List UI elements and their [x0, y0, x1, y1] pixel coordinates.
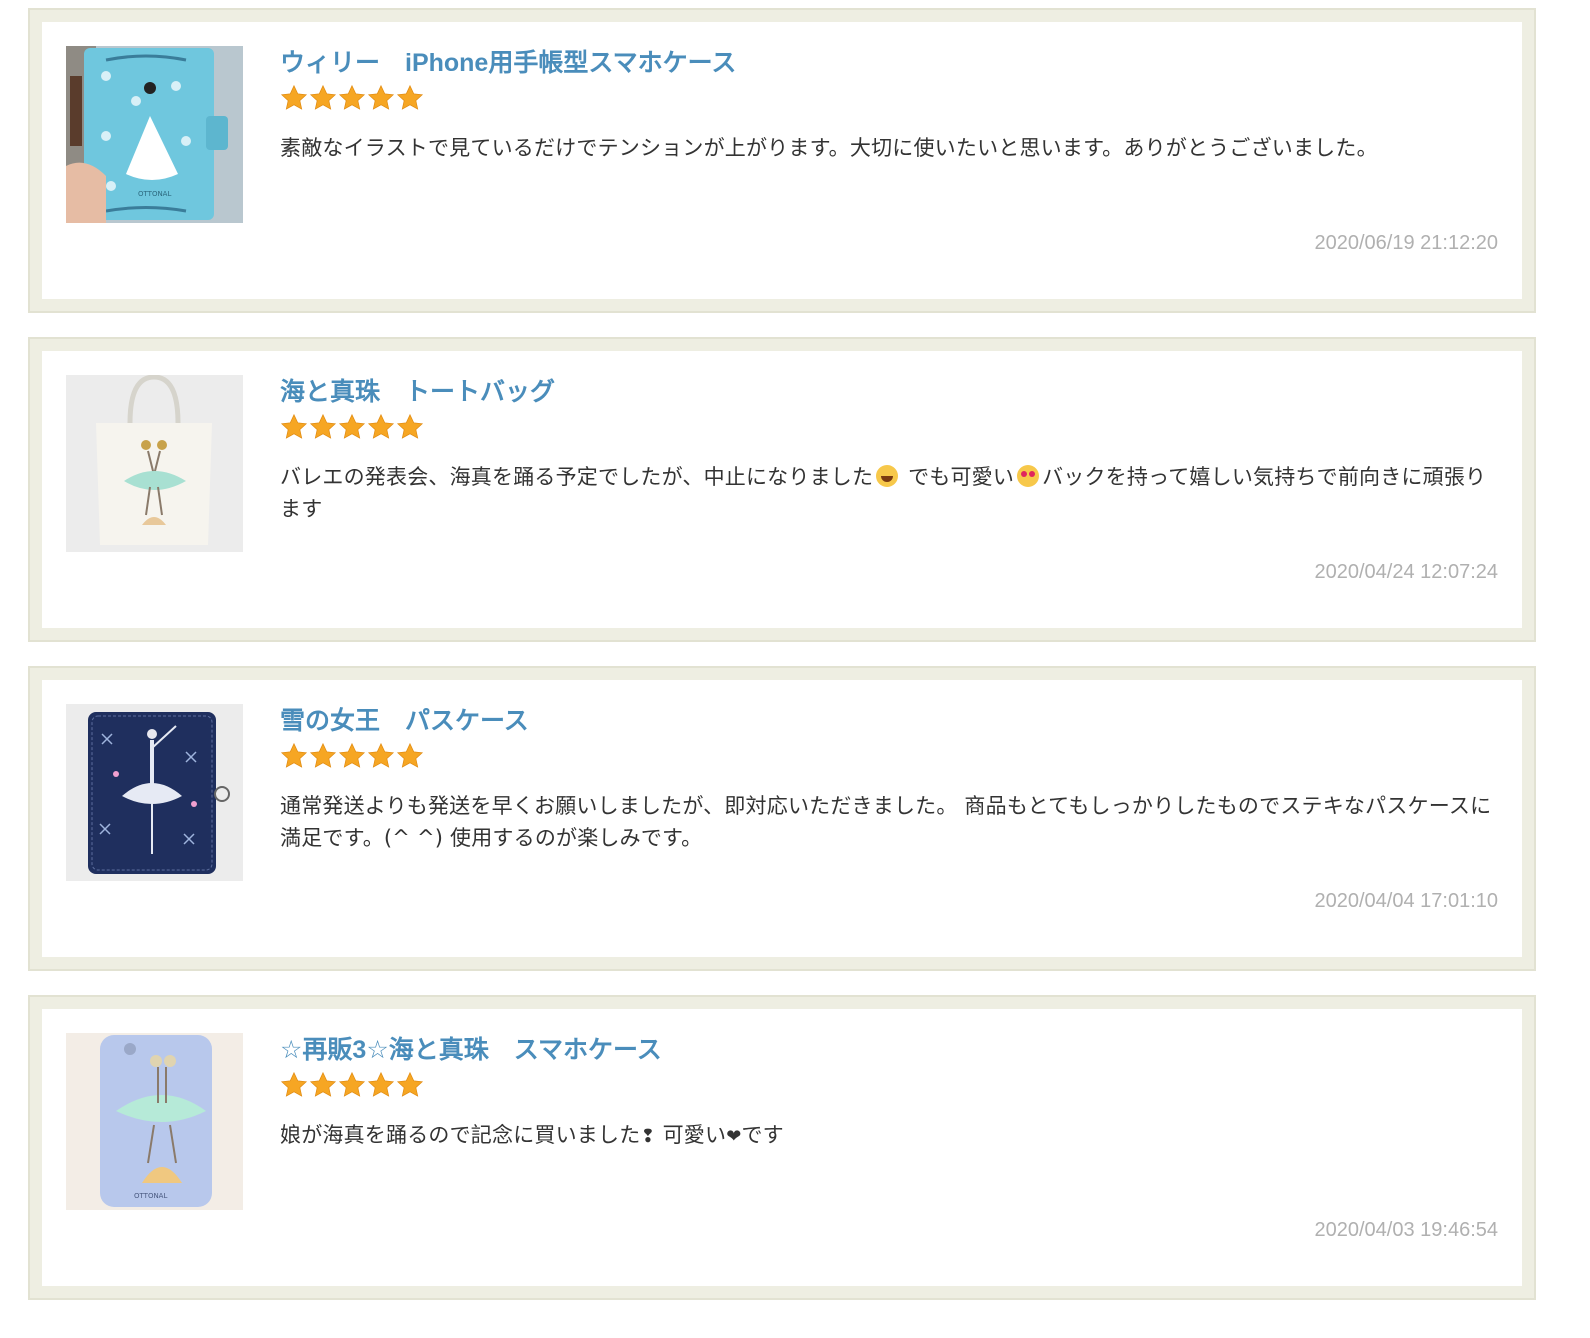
star-icon	[338, 413, 366, 441]
svg-text:OTTONAL: OTTONAL	[134, 1192, 167, 1200]
heart-eyes-emoji-icon	[1017, 465, 1040, 487]
review-content: 海と真珠 トートバッグ バレエの発表会、海真を踊る予定でしたが、中止になりました…	[280, 375, 1498, 525]
review-comment: 通常発送よりも発送を早くお願いしましたが、即対応いただきました。 商品もとてもし…	[280, 790, 1498, 854]
star-icon	[367, 742, 395, 770]
star-icon	[338, 742, 366, 770]
product-title-link[interactable]: ウィリー iPhone用手帳型スマホケース	[280, 46, 736, 80]
comment-text: バレエの発表会、海真を踊る予定でしたが、中止になりました	[280, 465, 874, 489]
review-content: 雪の女王 パスケース 通常発送よりも発送を早くお願いしましたが、即対応いただきま…	[280, 704, 1498, 854]
review-card: OTTONAL ウィリー iPhone用手帳型スマホケース 素敵なイラストで見て…	[28, 8, 1536, 313]
review-comment: バレエの発表会、海真を踊る予定でしたが、中止になりました でも可愛い バックを持っ…	[280, 461, 1498, 525]
review-content: ウィリー iPhone用手帳型スマホケース 素敵なイラストで見ているだけでテンシ…	[280, 46, 1498, 164]
pass-case-photo-icon	[66, 704, 243, 881]
star-icon	[309, 413, 337, 441]
review-date: 2020/04/24 12:07:24	[1314, 561, 1498, 583]
review-content: ☆再販3☆海と真珠 スマホケース 娘が海真を踊るので記念に買いました❢ 可愛い❤…	[280, 1033, 1498, 1153]
svg-text:OTTONAL: OTTONAL	[138, 190, 171, 198]
review-date: 2020/04/04 17:01:10	[1314, 890, 1498, 912]
product-title-link[interactable]: ☆再販3☆海と真珠 スマホケース	[280, 1033, 662, 1067]
comment-text: 可愛い	[655, 1123, 727, 1147]
review-card-body: 雪の女王 パスケース 通常発送よりも発送を早くお願いしましたが、即対応いただきま…	[42, 680, 1522, 957]
review-comment: 素敵なイラストで見ているだけでテンションが上がります。大切に使いたいと思います。…	[280, 132, 1498, 164]
comment-text: 通常発送よりも発送を早くお願いしましたが、即対応いただきました。 商品もとてもし…	[280, 794, 1492, 850]
comment-text: 素敵なイラストで見ているだけでテンションが上がります。大切に使いたいと思います。…	[280, 136, 1378, 160]
star-rating	[280, 1071, 1498, 1099]
tote-bag-photo-icon	[66, 375, 243, 552]
product-thumbnail-pass-case[interactable]	[66, 704, 243, 881]
product-thumbnail-tote-bag[interactable]	[66, 375, 243, 552]
product-title-link[interactable]: 海と真珠 トートバッグ	[280, 375, 555, 409]
product-title-link[interactable]: 雪の女王 パスケース	[280, 704, 529, 738]
star-icon	[309, 742, 337, 770]
star-icon	[396, 84, 424, 112]
star-icon	[367, 1071, 395, 1099]
laughing-tears-emoji-icon	[876, 465, 899, 487]
star-icon	[396, 413, 424, 441]
star-icon	[280, 742, 308, 770]
star-icon	[396, 1071, 424, 1099]
phone-case-photo-icon: OTTONAL	[66, 46, 243, 223]
star-icon	[280, 84, 308, 112]
star-rating	[280, 84, 1498, 112]
star-icon	[338, 84, 366, 112]
star-icon	[280, 1071, 308, 1099]
star-icon	[309, 84, 337, 112]
review-list: OTTONAL ウィリー iPhone用手帳型スマホケース 素敵なイラストで見て…	[28, 8, 1536, 1324]
exclamation-icon: ❢	[640, 1126, 656, 1147]
review-date: 2020/04/03 19:46:54	[1314, 1219, 1498, 1241]
star-icon	[367, 413, 395, 441]
comment-text: 娘が海真を踊るので記念に買いました	[280, 1123, 641, 1147]
star-icon	[338, 1071, 366, 1099]
product-thumbnail-smartphone-case[interactable]: OTTONAL	[66, 1033, 243, 1210]
comment-text: です	[741, 1123, 784, 1147]
star-rating	[280, 413, 1498, 441]
star-icon	[309, 1071, 337, 1099]
star-icon	[367, 84, 395, 112]
review-card-body: OTTONAL ☆再販3☆海と真珠 スマホケース 娘が海真を踊るので記念に買いま…	[42, 1009, 1522, 1286]
review-comment: 娘が海真を踊るので記念に買いました❢ 可愛い❤です	[280, 1119, 1498, 1153]
comment-text: でも可愛い	[908, 465, 1015, 489]
heart-icon: ❤	[726, 1126, 742, 1147]
review-card: 海と真珠 トートバッグ バレエの発表会、海真を踊る予定でしたが、中止になりました…	[28, 337, 1536, 642]
star-icon	[280, 413, 308, 441]
review-card: 雪の女王 パスケース 通常発送よりも発送を早くお願いしましたが、即対応いただきま…	[28, 666, 1536, 971]
star-rating	[280, 742, 1498, 770]
review-card-body: OTTONAL ウィリー iPhone用手帳型スマホケース 素敵なイラストで見て…	[42, 22, 1522, 299]
star-icon	[396, 742, 424, 770]
review-card-body: 海と真珠 トートバッグ バレエの発表会、海真を踊る予定でしたが、中止になりました…	[42, 351, 1522, 628]
product-thumbnail-phone-case[interactable]: OTTONAL	[66, 46, 243, 223]
smartphone-case-photo-icon: OTTONAL	[66, 1033, 243, 1210]
review-date: 2020/06/19 21:12:20	[1314, 232, 1498, 254]
review-card: OTTONAL ☆再販3☆海と真珠 スマホケース 娘が海真を踊るので記念に買いま…	[28, 995, 1536, 1300]
